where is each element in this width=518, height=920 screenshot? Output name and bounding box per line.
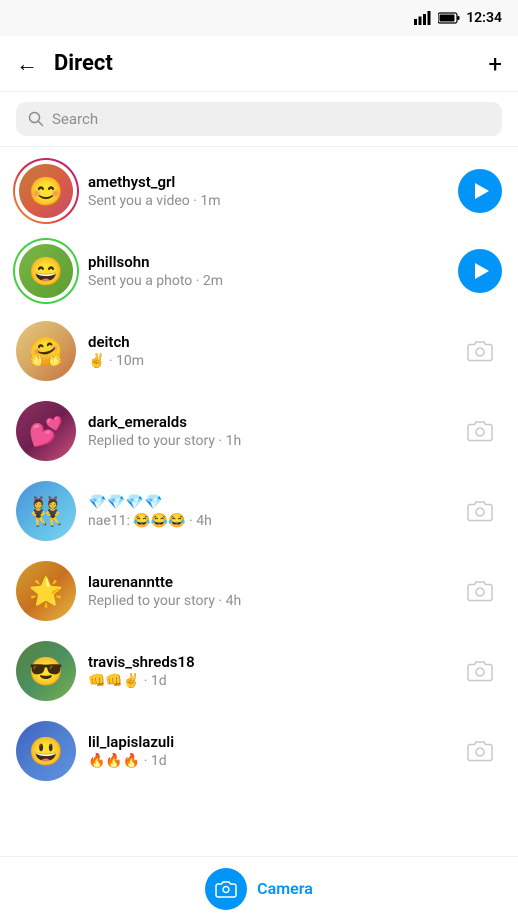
search-icon (28, 111, 44, 127)
list-item[interactable]: 😎 travis_shreds18 👊👊✌ · 1d (0, 631, 518, 711)
message-list: 😊 amethyst_grl Sent you a video · 1m 😄 p… (0, 151, 518, 861)
search-placeholder: Search (52, 110, 98, 128)
play-button[interactable] (458, 249, 502, 293)
camera-icon (466, 739, 494, 763)
back-button[interactable]: ← (16, 51, 38, 77)
camera-label: Camera (257, 879, 313, 898)
camera-icon (466, 579, 494, 603)
list-item[interactable]: 🤗 deitch ✌ · 10m (0, 311, 518, 391)
camera-icon-button[interactable] (458, 499, 502, 523)
camera-icon-button[interactable] (458, 739, 502, 763)
divider (0, 146, 518, 147)
list-item[interactable]: 💕 dark_emeralds Replied to your story · … (0, 391, 518, 471)
message-preview: ✌ · 10m (88, 353, 446, 369)
avatar: 😃 (16, 721, 76, 781)
avatar-emoji: 😄 (19, 244, 73, 298)
camera-icon-button[interactable] (458, 579, 502, 603)
avatar-image: 😃 (16, 721, 76, 781)
username: travis_shreds18 (88, 653, 446, 671)
status-icons: 12:34 (414, 10, 502, 26)
list-item[interactable]: 😊 amethyst_grl Sent you a video · 1m (0, 151, 518, 231)
camera-icon-button[interactable] (458, 659, 502, 683)
username: lil_lapislazuli (88, 733, 446, 751)
camera-icon (466, 499, 494, 523)
avatar-emoji: 💕 (16, 401, 76, 461)
new-message-button[interactable]: + (488, 50, 502, 78)
status-time: 12:34 (466, 10, 502, 26)
camera-icon (215, 880, 237, 898)
status-bar: 12:34 (0, 0, 518, 36)
camera-icon (466, 339, 494, 363)
message-preview: nae11: 😂😂😂 · 4h (88, 513, 446, 529)
camera-icon-button[interactable] (458, 339, 502, 363)
message-content: laurenanntte Replied to your story · 4h (88, 573, 446, 609)
avatar: 💕 (16, 401, 76, 461)
avatar-image: 😎 (16, 641, 76, 701)
avatar-emoji: 😊 (19, 164, 73, 218)
message-content: lil_lapislazuli 🔥🔥🔥 · 1d (88, 733, 446, 769)
username: dark_emeralds (88, 413, 446, 431)
message-content: travis_shreds18 👊👊✌ · 1d (88, 653, 446, 689)
header-left: ← Direct (16, 51, 113, 77)
username: 💎💎💎💎 (88, 493, 446, 511)
message-content: dark_emeralds Replied to your story · 1h (88, 413, 446, 449)
message-content: deitch ✌ · 10m (88, 333, 446, 369)
avatar: 🌟 (16, 561, 76, 621)
message-content: 💎💎💎💎 nae11: 😂😂😂 · 4h (88, 493, 446, 529)
avatar-emoji: 😎 (16, 641, 76, 701)
camera-button-circle[interactable] (205, 868, 247, 910)
message-preview: Replied to your story · 4h (88, 593, 446, 609)
battery-icon (438, 12, 460, 24)
camera-icon-button[interactable] (458, 419, 502, 443)
camera-icon (466, 419, 494, 443)
avatar-image: 😄 (19, 244, 73, 298)
username: amethyst_grl (88, 173, 446, 191)
avatar-image: 👯 (16, 481, 76, 541)
list-item[interactable]: 😃 lil_lapislazuli 🔥🔥🔥 · 1d (0, 711, 518, 791)
avatar: 👯 (16, 481, 76, 541)
message-preview: Sent you a photo · 2m (88, 273, 446, 289)
avatar-image: 😊 (19, 164, 73, 218)
message-preview: Replied to your story · 1h (88, 433, 446, 449)
message-preview: 🔥🔥🔥 · 1d (88, 753, 446, 769)
avatar-emoji: 👯 (16, 481, 76, 541)
avatar: 😊 (16, 161, 76, 221)
avatar-image: 💕 (16, 401, 76, 461)
avatar: 🤗 (16, 321, 76, 381)
avatar-image: 🌟 (16, 561, 76, 621)
camera-icon (466, 659, 494, 683)
avatar-emoji: 🌟 (16, 561, 76, 621)
message-content: phillsohn Sent you a photo · 2m (88, 253, 446, 289)
list-item[interactable]: 🌟 laurenanntte Replied to your story · 4… (0, 551, 518, 631)
page-title: Direct (54, 51, 113, 76)
message-content: amethyst_grl Sent you a video · 1m (88, 173, 446, 209)
message-preview: 👊👊✌ · 1d (88, 673, 446, 689)
avatar: 😎 (16, 641, 76, 701)
avatar-emoji: 😃 (16, 721, 76, 781)
username: phillsohn (88, 253, 446, 271)
search-bar[interactable]: Search (16, 102, 502, 136)
bottom-camera-bar[interactable]: Camera (0, 856, 518, 920)
list-item[interactable]: 😄 phillsohn Sent you a photo · 2m (0, 231, 518, 311)
play-button[interactable] (458, 169, 502, 213)
avatar-image: 🤗 (16, 321, 76, 381)
avatar: 😄 (16, 241, 76, 301)
username: deitch (88, 333, 446, 351)
avatar-emoji: 🤗 (16, 321, 76, 381)
signal-icon (414, 11, 432, 25)
message-preview: Sent you a video · 1m (88, 193, 446, 209)
list-item[interactable]: 👯 💎💎💎💎 nae11: 😂😂😂 · 4h (0, 471, 518, 551)
username: laurenanntte (88, 573, 446, 591)
header: ← Direct + (0, 36, 518, 92)
